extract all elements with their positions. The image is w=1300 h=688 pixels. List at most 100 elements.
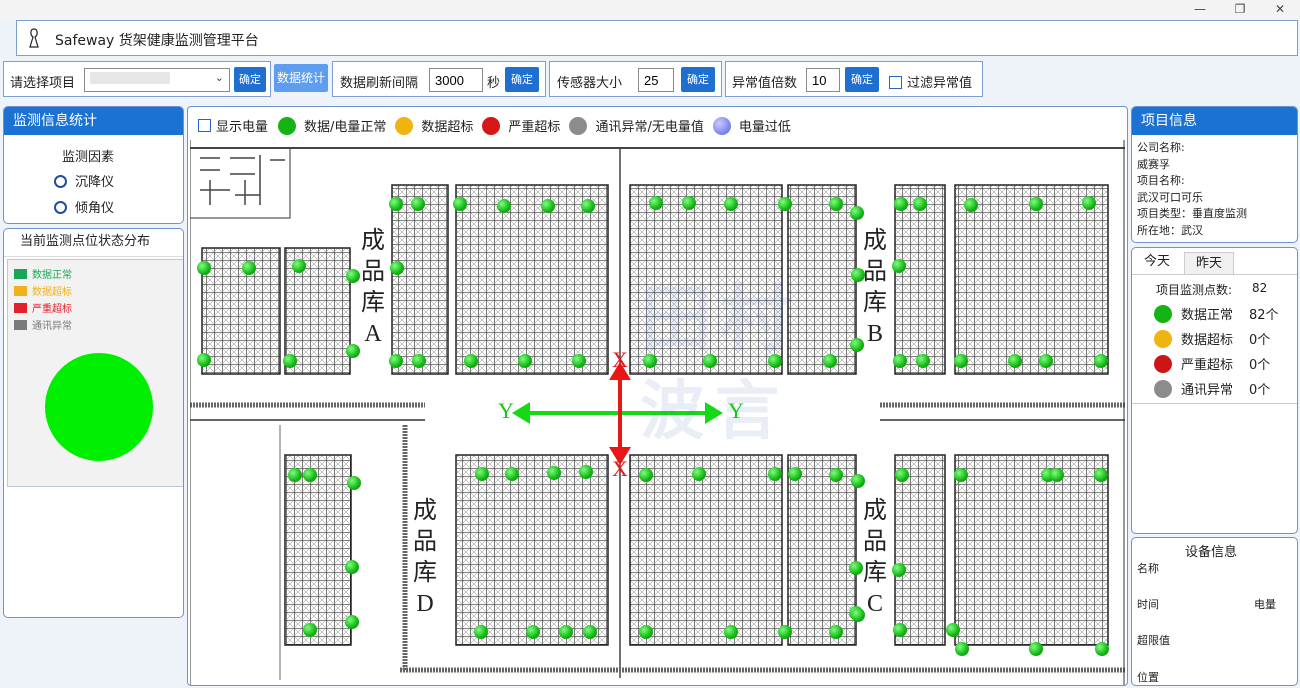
sensor-marker[interactable]	[345, 560, 359, 574]
sensor-marker[interactable]	[572, 354, 586, 368]
tab-yesterday[interactable]: 昨天	[1184, 252, 1234, 274]
confirm-sensor-size-button[interactable]: 确定	[681, 67, 715, 92]
sensor-marker[interactable]	[703, 354, 717, 368]
sensor-marker[interactable]	[475, 467, 489, 481]
sensor-marker[interactable]	[526, 625, 540, 639]
sensor-marker[interactable]	[1050, 468, 1064, 482]
sensor-marker[interactable]	[892, 563, 906, 577]
sensor-marker[interactable]	[1095, 642, 1109, 656]
sensor-marker[interactable]	[778, 197, 792, 211]
sensor-marker[interactable]	[581, 199, 595, 213]
sensor-marker[interactable]	[851, 608, 865, 622]
sensor-marker[interactable]	[954, 468, 968, 482]
sensor-marker[interactable]	[464, 354, 478, 368]
sensor-marker[interactable]	[197, 353, 211, 367]
confirm-project-button[interactable]: 确定	[234, 67, 266, 92]
sensor-marker[interactable]	[1094, 468, 1108, 482]
show-battery-checkbox[interactable]: 显示电量	[198, 116, 268, 135]
sensor-marker[interactable]	[283, 354, 297, 368]
sensor-marker[interactable]	[518, 354, 532, 368]
sensor-marker[interactable]	[345, 615, 359, 629]
sensor-marker[interactable]	[639, 625, 653, 639]
sensor-marker[interactable]	[649, 196, 663, 210]
sensor-marker[interactable]	[1029, 642, 1043, 656]
sensor-marker[interactable]	[851, 268, 865, 282]
sensor-marker[interactable]	[946, 623, 960, 637]
sensor-marker[interactable]	[893, 354, 907, 368]
sensor-marker[interactable]	[453, 197, 467, 211]
project-select[interactable]: ⌄	[84, 68, 230, 92]
close-button[interactable]: ✕	[1260, 0, 1300, 20]
project-select-value	[90, 72, 170, 84]
sensor-marker[interactable]	[955, 642, 969, 656]
sensor-marker[interactable]	[823, 354, 837, 368]
sensor-marker[interactable]	[849, 561, 863, 575]
confirm-refresh-button[interactable]: 确定	[505, 67, 539, 92]
sensor-marker[interactable]	[916, 354, 930, 368]
refresh-unit: 秒	[487, 76, 501, 91]
sensor-marker[interactable]	[913, 197, 927, 211]
sensor-marker[interactable]	[724, 625, 738, 639]
sensor-marker[interactable]	[541, 199, 555, 213]
sensor-marker[interactable]	[303, 623, 317, 637]
sensor-marker[interactable]	[724, 197, 738, 211]
minimize-button[interactable]: —	[1180, 0, 1220, 20]
sensor-marker[interactable]	[829, 197, 843, 211]
sensor-marker[interactable]	[197, 261, 211, 275]
legend-item: 数据/电量正常	[278, 116, 386, 135]
sensor-marker[interactable]	[346, 344, 360, 358]
filter-anomaly-checkbox[interactable]: 过滤异常值	[889, 72, 972, 91]
sensor-marker[interactable]	[547, 466, 561, 480]
sensor-marker[interactable]	[474, 625, 488, 639]
factor-inclinometer-radio[interactable]: 倾角仪	[54, 197, 114, 216]
sensor-marker[interactable]	[412, 354, 426, 368]
sensor-marker[interactable]	[497, 199, 511, 213]
anomaly-multiplier-input[interactable]	[806, 68, 840, 92]
sensor-size-input[interactable]	[638, 68, 674, 92]
sensor-marker[interactable]	[851, 474, 865, 488]
sensor-marker[interactable]	[1008, 354, 1022, 368]
refresh-interval-input[interactable]	[429, 68, 483, 92]
sensor-marker[interactable]	[505, 467, 519, 481]
sensor-marker[interactable]	[583, 625, 597, 639]
sensor-marker[interactable]	[692, 467, 706, 481]
sensor-marker[interactable]	[390, 261, 404, 275]
sensor-marker[interactable]	[829, 625, 843, 639]
sensor-marker[interactable]	[768, 467, 782, 481]
sensor-marker[interactable]	[768, 354, 782, 368]
sensor-marker[interactable]	[559, 625, 573, 639]
sensor-marker[interactable]	[411, 197, 425, 211]
sensor-marker[interactable]	[964, 198, 978, 212]
sensor-marker[interactable]	[954, 354, 968, 368]
sensor-marker[interactable]	[850, 338, 864, 352]
sensor-marker[interactable]	[682, 196, 696, 210]
sensor-marker[interactable]	[303, 468, 317, 482]
sensor-marker[interactable]	[894, 197, 908, 211]
sensor-marker[interactable]	[389, 197, 403, 211]
sensor-marker[interactable]	[892, 259, 906, 273]
confirm-anomaly-button[interactable]: 确定	[845, 67, 879, 92]
factor-settlement-radio[interactable]: 沉降仪	[54, 171, 114, 190]
sensor-marker[interactable]	[1094, 354, 1108, 368]
sensor-marker[interactable]	[639, 468, 653, 482]
sensor-marker[interactable]	[895, 468, 909, 482]
maximize-button[interactable]: ❐	[1220, 0, 1260, 20]
sensor-marker[interactable]	[242, 261, 256, 275]
sensor-marker[interactable]	[288, 468, 302, 482]
sensor-marker[interactable]	[1029, 197, 1043, 211]
sensor-marker[interactable]	[850, 206, 864, 220]
data-stats-button[interactable]: 数据统计	[274, 64, 328, 92]
sensor-marker[interactable]	[778, 625, 792, 639]
sensor-marker[interactable]	[346, 269, 360, 283]
sensor-marker[interactable]	[389, 354, 403, 368]
sensor-marker[interactable]	[347, 476, 361, 490]
sensor-marker[interactable]	[1039, 354, 1053, 368]
sensor-marker[interactable]	[829, 468, 843, 482]
sensor-marker[interactable]	[579, 465, 593, 479]
sensor-marker[interactable]	[1082, 196, 1096, 210]
sensor-marker[interactable]	[788, 467, 802, 481]
tab-today[interactable]: 今天	[1132, 250, 1182, 274]
sensor-marker[interactable]	[292, 259, 306, 273]
sensor-marker[interactable]	[643, 354, 657, 368]
sensor-marker[interactable]	[893, 623, 907, 637]
